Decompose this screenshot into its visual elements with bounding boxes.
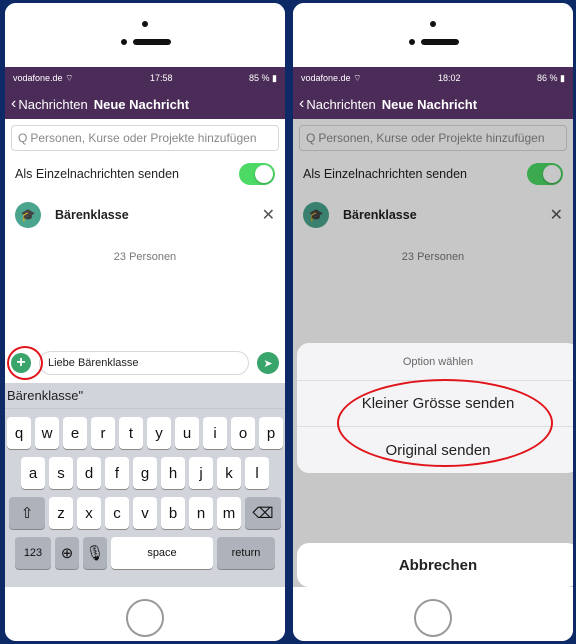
key-m[interactable]: m — [217, 497, 241, 529]
recipient-count: 23 Personen — [113, 251, 177, 263]
carrier-label: vodafone.de — [13, 72, 63, 83]
graduation-cap-icon: 🎓 — [15, 202, 41, 228]
bottom-bezel — [293, 587, 573, 641]
key-e[interactable]: e — [63, 417, 87, 449]
page-title: Neue Nachricht — [93, 96, 190, 112]
top-bezel — [293, 3, 573, 67]
key-q[interactable]: q — [7, 417, 31, 449]
status-bar: vodafone.de ⌔ 18:02 86 % ▮ — [293, 67, 573, 89]
phone-right: vodafone.de ⌔ 18:02 86 % ▮ ‹ Nachrichten… — [290, 0, 576, 644]
remove-recipient-icon[interactable]: ✕ — [262, 205, 275, 225]
key-a[interactable]: a — [21, 457, 45, 489]
key-p[interactable]: p — [259, 417, 283, 449]
speaker — [133, 39, 171, 45]
battery-icon: ▮ — [272, 72, 277, 83]
speaker — [421, 39, 459, 45]
keyboard-row-2: asdfghjkl — [5, 457, 285, 489]
single-message-toggle[interactable] — [239, 163, 275, 185]
key-h[interactable]: h — [161, 457, 185, 489]
search-placeholder: Personen, Kurse oder Projekte hinzufügen — [30, 131, 257, 145]
globe-icon[interactable]: ⊕ — [55, 537, 79, 569]
keyboard-row-1: qwertyuiop — [5, 417, 285, 449]
single-message-row: Als Einzelnachrichten senden — [5, 155, 285, 193]
top-bezel — [5, 3, 285, 67]
toggle-knob — [255, 165, 273, 183]
key-r[interactable]: r — [91, 417, 115, 449]
key-t[interactable]: t — [119, 417, 143, 449]
space-key[interactable]: space — [111, 537, 213, 569]
key-f[interactable]: f — [105, 457, 129, 489]
sensor — [121, 39, 127, 45]
status-bar: vodafone.de ⌔ 17:58 85 % ▮ — [5, 67, 285, 89]
key-v[interactable]: v — [133, 497, 157, 529]
search-input[interactable]: Q Personen, Kurse oder Projekte hinzufüg… — [11, 125, 279, 151]
key-k[interactable]: k — [217, 457, 241, 489]
key-d[interactable]: d — [77, 457, 101, 489]
recipient-row: 🎓 Bärenklasse ✕ — [5, 193, 285, 237]
highlight-circle — [7, 346, 43, 380]
time-label: 18:02 — [438, 73, 461, 83]
cancel-button[interactable]: Abbrechen — [297, 543, 573, 587]
chevron-left-icon[interactable]: ‹ — [11, 96, 16, 112]
key-n[interactable]: n — [189, 497, 213, 529]
search-icon: Q — [18, 131, 28, 145]
key-s[interactable]: s — [49, 457, 73, 489]
key-c[interactable]: c — [105, 497, 129, 529]
carrier-label: vodafone.de — [301, 72, 351, 83]
toggle-label: Als Einzelnachrichten senden — [15, 167, 179, 181]
keyboard-row-3: ⇧ zxcvbnm ⌫ — [5, 497, 285, 529]
key-o[interactable]: o — [231, 417, 255, 449]
keyboard-row-4: 123 ⊕ 🎙 space return — [5, 537, 285, 569]
highlight-ellipse — [337, 379, 553, 467]
home-button[interactable] — [414, 599, 452, 637]
battery-icon: ▮ — [560, 72, 565, 83]
send-button[interactable]: ➤ — [257, 352, 279, 374]
numbers-key[interactable]: 123 — [15, 537, 51, 569]
microphone-icon[interactable]: 🎙 — [83, 537, 107, 569]
return-key[interactable]: return — [217, 537, 275, 569]
screen-right: vodafone.de ⌔ 18:02 86 % ▮ ‹ Nachrichten… — [293, 67, 573, 587]
back-button[interactable]: Nachrichten — [306, 97, 375, 112]
key-g[interactable]: g — [133, 457, 157, 489]
nav-bar: ‹ Nachrichten Neue Nachricht — [5, 89, 285, 119]
autocorrect-suggestion[interactable]: Bärenklasse" — [5, 383, 285, 409]
page-title: Neue Nachricht — [381, 96, 478, 112]
recipient-name: Bärenklasse — [55, 208, 129, 222]
key-w[interactable]: w — [35, 417, 59, 449]
wifi-icon: ⌔ — [353, 72, 362, 83]
nav-bar: ‹ Nachrichten Neue Nachricht — [293, 89, 573, 119]
phone-left: vodafone.de ⌔ 17:58 85 % ▮ ‹ Nachrichten… — [2, 0, 288, 644]
camera — [142, 21, 148, 27]
compose-bar: + Liebe Bärenklasse ➤ — [5, 348, 285, 378]
key-i[interactable]: i — [203, 417, 227, 449]
screen-left: vodafone.de ⌔ 17:58 85 % ▮ ‹ Nachrichten… — [5, 67, 285, 587]
battery-label: 86 % — [537, 72, 558, 83]
home-button[interactable] — [126, 599, 164, 637]
camera — [430, 21, 436, 27]
action-sheet-title: Option wählen — [297, 343, 573, 381]
key-j[interactable]: j — [189, 457, 213, 489]
keyboard: Bärenklasse" qwertyuiop asdfghjkl ⇧ zxcv… — [5, 383, 285, 587]
chevron-left-icon[interactable]: ‹ — [299, 96, 304, 112]
sensor — [409, 39, 415, 45]
key-z[interactable]: z — [49, 497, 73, 529]
key-b[interactable]: b — [161, 497, 185, 529]
delete-key[interactable]: ⌫ — [245, 497, 281, 529]
key-u[interactable]: u — [175, 417, 199, 449]
bottom-bezel — [5, 587, 285, 641]
key-l[interactable]: l — [245, 457, 269, 489]
wifi-icon: ⌔ — [65, 72, 74, 83]
shift-key[interactable]: ⇧ — [9, 497, 45, 529]
battery-label: 85 % — [249, 72, 270, 83]
time-label: 17:58 — [150, 73, 173, 83]
key-x[interactable]: x — [77, 497, 101, 529]
key-y[interactable]: y — [147, 417, 171, 449]
back-button[interactable]: Nachrichten — [18, 97, 87, 112]
message-input[interactable]: Liebe Bärenklasse — [39, 351, 249, 375]
